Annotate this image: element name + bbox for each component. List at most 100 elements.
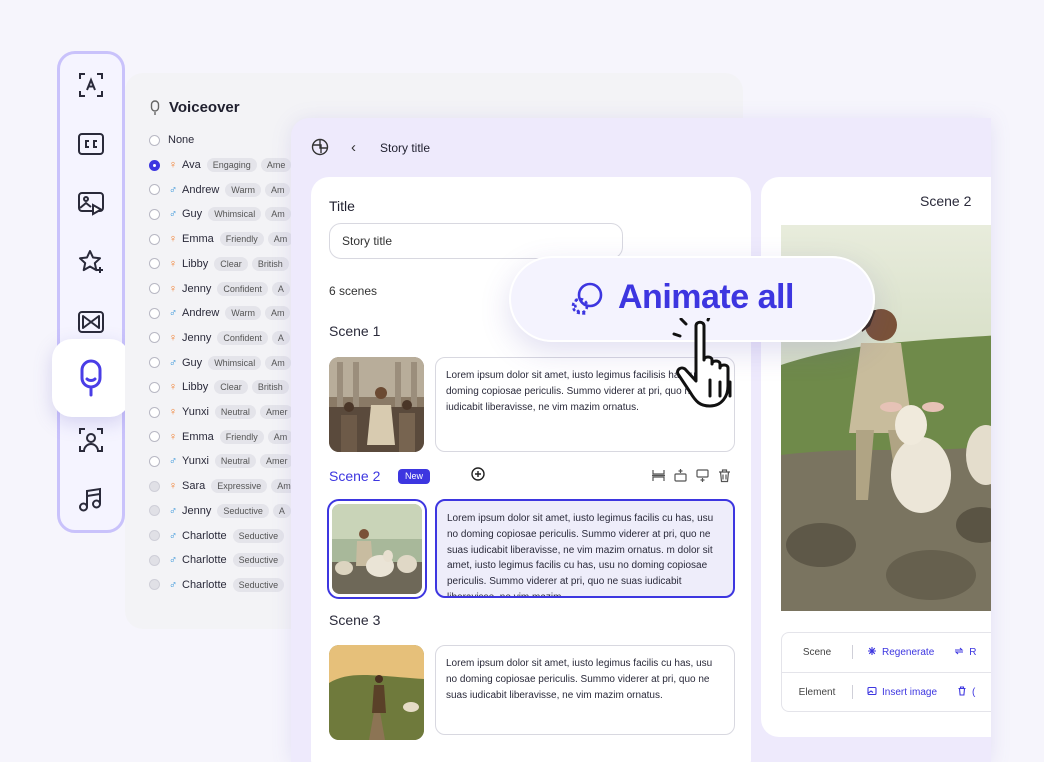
title-label: Title	[329, 198, 355, 214]
music-icon[interactable]	[73, 482, 109, 518]
radio-button[interactable]	[149, 208, 160, 220]
scene-row-label: Scene	[802, 646, 832, 658]
hand-pointer-cursor-icon	[672, 312, 760, 415]
scene-2-thumbnail[interactable]	[327, 499, 427, 599]
voice-style-tag: Confident	[217, 281, 268, 296]
voice-option[interactable]: ♂ Yunxi Neutral Amer	[149, 451, 297, 471]
delete-element-button[interactable]: (	[957, 685, 976, 699]
scene-options-row: Scene Regenerate R	[782, 633, 991, 671]
sparkle-icon	[867, 646, 877, 659]
voice-option[interactable]: ♀ Emma Friendly Am	[149, 427, 297, 447]
microphone-small-icon	[149, 100, 161, 121]
voice-accent-tag: Amer	[259, 454, 294, 469]
voice-option[interactable]: ♂ Andrew Warm Am	[149, 180, 294, 200]
avatar-icon[interactable]	[73, 422, 109, 458]
scene-3-description[interactable]: Lorem ipsum dolor sit amet, iusto legimu…	[435, 645, 735, 735]
replace-button[interactable]: R	[954, 646, 977, 659]
voice-name: Libby	[182, 381, 209, 394]
insert-below-icon[interactable]	[695, 468, 710, 488]
voice-option[interactable]: ♂ Guy Whimsical Am	[149, 353, 295, 373]
voice-style-tag: Clear	[214, 380, 248, 395]
add-scene-icon[interactable]	[471, 467, 485, 486]
radio-button[interactable]	[149, 159, 160, 171]
swap-icon	[954, 646, 964, 659]
title-input[interactable]: Story title	[329, 223, 623, 259]
radio-button	[149, 554, 160, 566]
radio-button[interactable]	[149, 381, 160, 393]
radio-button	[149, 480, 160, 492]
voice-option[interactable]: ♀ Emma Friendly Am	[149, 229, 297, 249]
voice-option[interactable]: ♀ Yunxi Neutral Amer	[149, 402, 297, 422]
transition-icon[interactable]	[73, 304, 109, 340]
back-chevron-icon[interactable]: ‹	[351, 139, 356, 156]
delete-element-label: (	[972, 686, 976, 698]
voice-option-none[interactable]: None	[149, 130, 194, 150]
voice-style-tag: Seductive	[217, 503, 269, 518]
voice-option[interactable]: ♀ Ava Engaging Ame	[149, 155, 295, 175]
voice-option: ♀ Sara Expressive Am	[149, 476, 301, 496]
voice-accent-tag: A	[271, 281, 290, 296]
scene-2-heading[interactable]: Scene 2	[329, 468, 380, 484]
app-logo-icon[interactable]	[311, 138, 329, 161]
voice-name: Libby	[182, 257, 209, 270]
scene-1-heading[interactable]: Scene 1	[329, 323, 380, 339]
radio-button[interactable]	[149, 134, 160, 146]
voice-accent-tag: Am	[265, 355, 291, 370]
radio-button[interactable]	[149, 406, 160, 418]
voice-accent-tag: Am	[264, 306, 291, 321]
regenerate-button[interactable]: Regenerate	[867, 646, 934, 659]
scenes-count: 6 scenes	[329, 284, 378, 298]
male-icon: ♂	[168, 504, 178, 517]
radio-button[interactable]	[149, 455, 160, 467]
male-icon: ♂	[168, 529, 178, 542]
voice-accent-tag: Am	[265, 207, 291, 222]
voice-style-tag: Confident	[217, 330, 268, 345]
microphone-icon[interactable]	[52, 339, 130, 417]
radio-button[interactable]	[149, 233, 160, 245]
voice-option[interactable]: ♀ Jenny Confident A	[149, 328, 294, 348]
image-video-icon[interactable]	[73, 185, 109, 221]
radio-button[interactable]	[149, 184, 160, 196]
radio-button[interactable]	[149, 258, 160, 270]
radio-button[interactable]	[149, 357, 160, 369]
voice-name: Charlotte	[182, 554, 227, 567]
female-icon: ♀	[168, 159, 178, 171]
radio-button[interactable]	[149, 283, 160, 294]
voice-option[interactable]: ♀ Jenny Confident A	[149, 279, 294, 299]
voiceover-title: Voiceover	[169, 99, 240, 116]
sparkle-star-icon[interactable]	[73, 244, 109, 280]
voice-option[interactable]: ♀ Libby Clear British	[149, 254, 293, 274]
closed-captions-icon[interactable]	[73, 126, 109, 162]
voice-style-tag: Warm	[225, 182, 261, 197]
animate-circles-icon	[569, 281, 605, 322]
voice-name: Charlotte	[182, 578, 227, 591]
radio-button[interactable]	[149, 431, 160, 443]
voice-style-tag: Engaging	[206, 158, 257, 172]
scene-1-thumbnail[interactable]	[329, 357, 424, 452]
divider	[852, 645, 853, 659]
radio-button[interactable]	[149, 332, 160, 344]
insert-above-icon[interactable]	[673, 468, 688, 488]
scene-3-thumbnail[interactable]	[329, 645, 424, 740]
scene-3-heading[interactable]: Scene 3	[329, 612, 380, 628]
voice-option[interactable]: ♀ Libby Clear British	[149, 377, 293, 397]
voice-name: Andrew	[182, 183, 220, 196]
voice-style-tag: Seductive	[232, 577, 285, 592]
radio-button[interactable]	[149, 307, 160, 319]
insert-image-button[interactable]: Insert image	[867, 686, 937, 699]
voice-style-tag: Friendly	[219, 429, 264, 444]
voice-option[interactable]: ♂ Guy Whimsical Am	[149, 204, 295, 224]
female-icon: ♀	[168, 430, 178, 443]
voice-style-tag: Neutral	[214, 454, 256, 469]
insert-image-label: Insert image	[882, 686, 938, 698]
male-icon: ♂	[168, 356, 178, 369]
voice-option: ♂ Charlotte Seductive	[149, 575, 288, 595]
scene-2-description[interactable]: Lorem ipsum dolor sit amet, iusto legimu…	[435, 499, 735, 598]
voice-accent-tag: Amer	[259, 405, 294, 419]
story-editor: ‹ Story title Title Story title 6 scenes…	[291, 118, 991, 762]
split-scene-icon[interactable]	[651, 468, 666, 488]
delete-scene-icon[interactable]	[717, 468, 732, 488]
voice-option[interactable]: ♂ Andrew Warm Am	[149, 303, 294, 323]
text-frame-icon[interactable]	[73, 67, 109, 103]
voice-option: ♂ Charlotte Seductive	[149, 550, 288, 570]
